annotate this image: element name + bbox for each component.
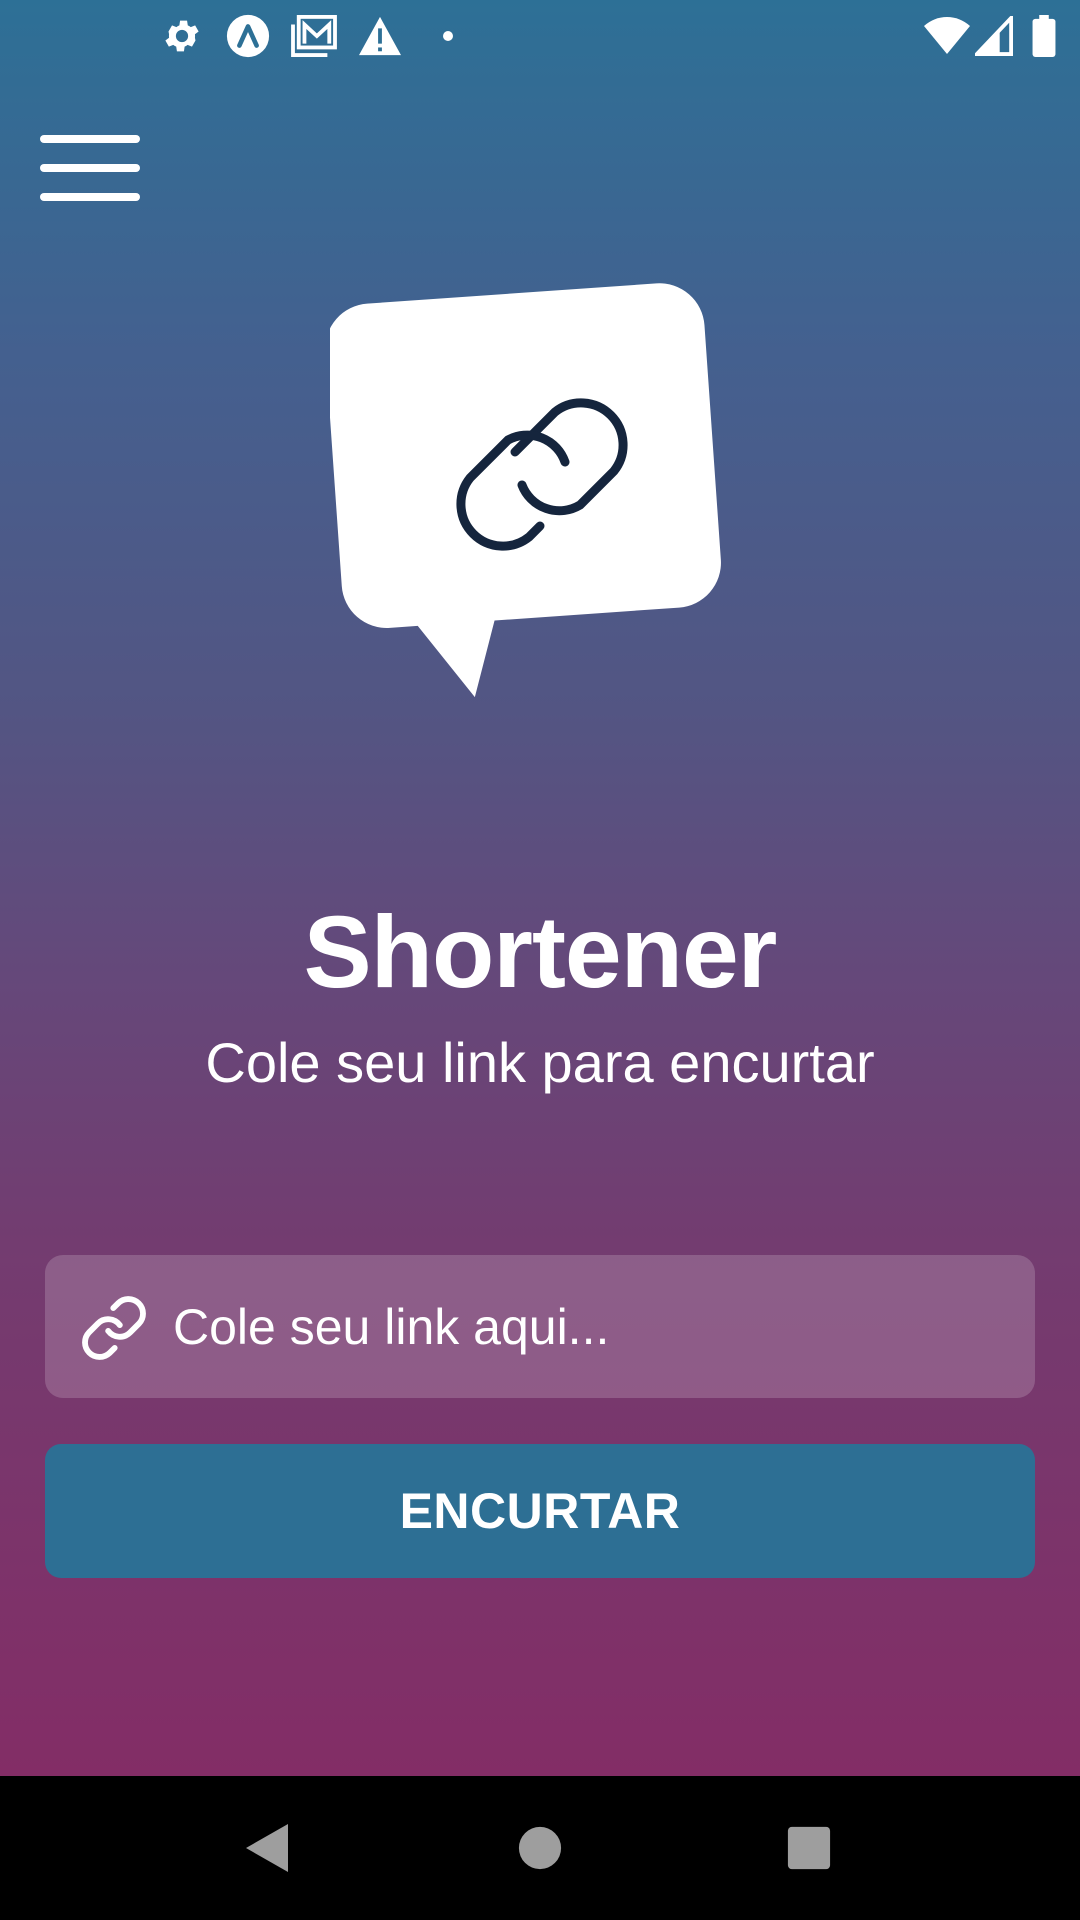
shorten-button[interactable]: ENCURTAR bbox=[45, 1444, 1035, 1578]
hamburger-menu-icon[interactable] bbox=[36, 128, 146, 208]
dot-icon bbox=[440, 14, 456, 58]
expo-icon bbox=[224, 14, 272, 58]
gear-icon bbox=[160, 14, 204, 58]
battery-icon bbox=[1030, 14, 1058, 58]
link-icon bbox=[79, 1293, 149, 1363]
app-title: Shortener bbox=[303, 895, 778, 1009]
recents-icon[interactable] bbox=[773, 1812, 845, 1884]
status-bar bbox=[0, 0, 1080, 72]
link-chat-bubble-logo bbox=[325, 262, 750, 712]
gallery-mail-icon bbox=[290, 14, 338, 58]
system-nav-bar bbox=[0, 1776, 1080, 1920]
link-input-container[interactable] bbox=[45, 1255, 1035, 1398]
warning-icon bbox=[356, 14, 404, 58]
app-subtitle: Cole seu link para encurtar bbox=[205, 1031, 875, 1094]
wifi-icon bbox=[922, 14, 972, 58]
signal-icon bbox=[974, 14, 1014, 58]
app-screen: Shortener Cole seu link para encurtar EN… bbox=[0, 0, 1080, 1776]
home-icon[interactable] bbox=[504, 1812, 576, 1884]
back-icon[interactable] bbox=[232, 1812, 304, 1884]
link-input[interactable] bbox=[173, 1255, 1013, 1398]
